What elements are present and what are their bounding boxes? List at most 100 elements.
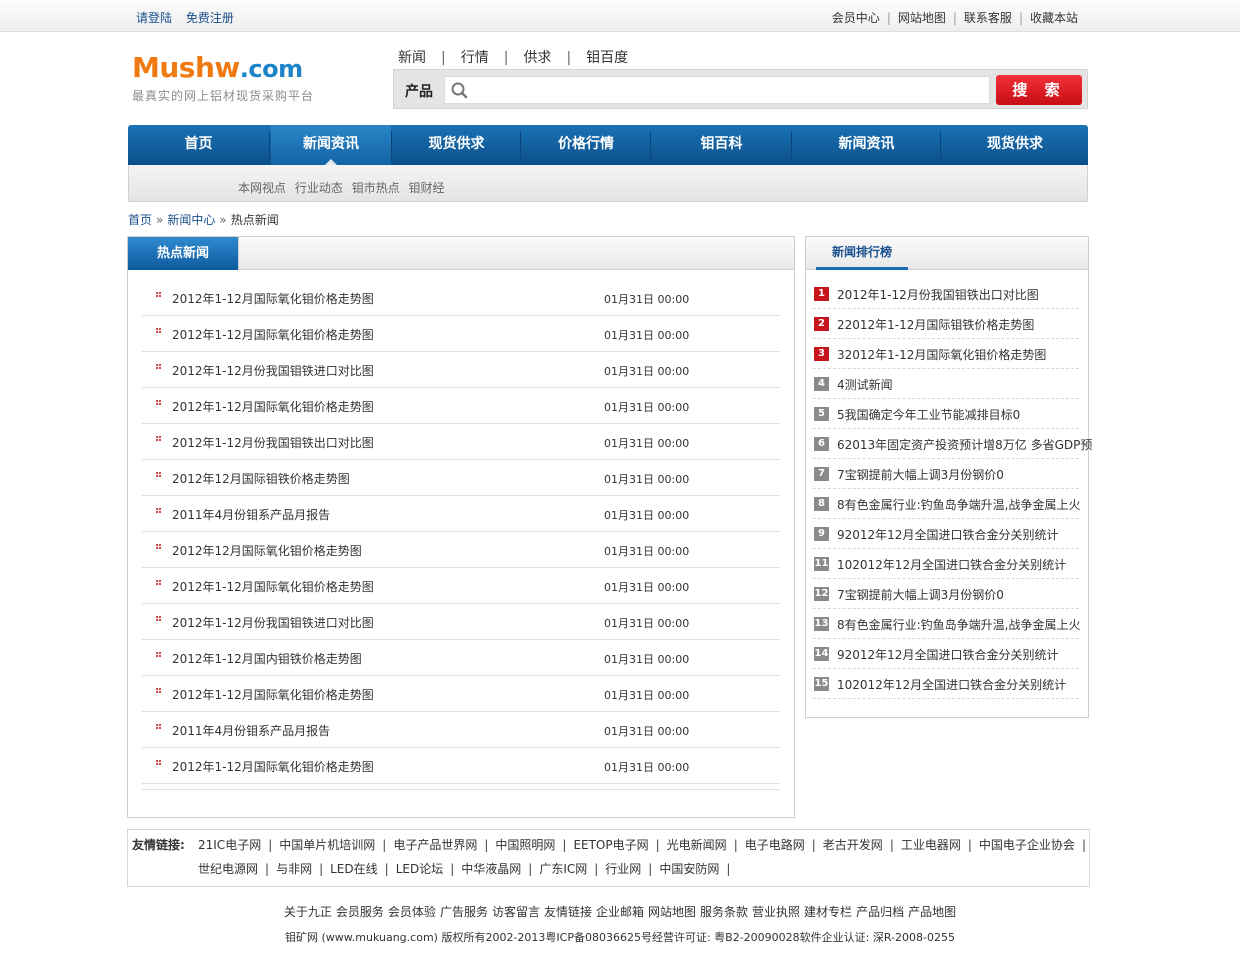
ranking-title[interactable]: 102012年12月全国进口铁合金分关别统计: [837, 556, 1066, 573]
news-title[interactable]: 2012年1-12月国际氧化钼价格走势图: [172, 326, 374, 343]
friend-link[interactable]: LED在线: [330, 862, 378, 876]
friend-link[interactable]: 老古开发网: [823, 838, 883, 852]
news-list-item[interactable]: 2012年1-12月国际氧化钼价格走势图 01月31日 00:00: [142, 748, 780, 784]
news-list-item[interactable]: 2012年1-12月国际氧化钼价格走势图 01月31日 00:00: [142, 676, 780, 712]
subnav-viewpoint[interactable]: 本网视点: [238, 181, 286, 195]
member-center-link[interactable]: 会员中心: [832, 11, 880, 25]
nav-home[interactable]: 首页: [128, 125, 269, 165]
hot-news-tab[interactable]: 热点新闻: [128, 237, 239, 270]
footer-link[interactable]: 企业邮箱: [596, 905, 644, 919]
ranking-title[interactable]: 5我国确定今年工业节能减排目标0: [837, 406, 1020, 423]
news-list-item[interactable]: 2012年1-12月国际氧化钼价格走势图 01月31日 00:00: [142, 388, 780, 424]
footer-link[interactable]: 产品地图: [908, 905, 956, 919]
friend-link[interactable]: 电子电路网: [745, 838, 805, 852]
login-link[interactable]: 请登陆: [136, 11, 172, 25]
ranking-title[interactable]: 2012年1-12月份我国钼铁出口对比图: [837, 286, 1039, 303]
friend-link[interactable]: 中国单片机培训网: [279, 838, 375, 852]
news-list-item[interactable]: 2012年1-12月份我国钼铁进口对比图 01月31日 00:00: [142, 604, 780, 640]
friend-link[interactable]: 21IC电子网: [198, 838, 261, 852]
footer-link[interactable]: 访客留言: [492, 905, 540, 919]
news-list-item[interactable]: 2012年12月国际钼铁价格走势图 01月31日 00:00: [142, 460, 780, 496]
news-title[interactable]: 2012年1-12月国际氧化钼价格走势图: [172, 398, 374, 415]
contact-support-link[interactable]: 联系客服: [964, 11, 1012, 25]
search-button[interactable]: 搜 索: [996, 75, 1082, 105]
news-list-item[interactable]: 2011年4月份钼系产品月报告 01月31日 00:00: [142, 712, 780, 748]
news-list-item[interactable]: 2012年1-12月国内钼铁价格走势图 01月31日 00:00: [142, 640, 780, 676]
ranking-list-item[interactable]: 4 4测试新闻: [813, 369, 1079, 399]
search-category-select[interactable]: 产品: [405, 81, 433, 101]
friend-link[interactable]: 光电新闻网: [667, 838, 727, 852]
ranking-title[interactable]: 92012年12月全国进口铁合金分关别统计: [837, 646, 1058, 663]
footer-link[interactable]: 营业执照: [752, 905, 800, 919]
ranking-list-item[interactable]: 12 7宝钢提前大幅上调3月份钢价0: [813, 579, 1079, 609]
sitemap-link[interactable]: 网站地图: [898, 11, 946, 25]
news-list-item[interactable]: 2012年1-12月国际氧化钼价格走势图 01月31日 00:00: [142, 568, 780, 604]
nav-spot-supply-2[interactable]: 现货供求: [942, 125, 1088, 165]
friend-link[interactable]: 电子产品世界网: [393, 838, 477, 852]
ranking-title[interactable]: 7宝钢提前大幅上调3月份钢价0: [837, 586, 1004, 603]
ranking-title[interactable]: 32012年1-12月国际氧化钼价格走势图: [837, 346, 1046, 363]
search-tab-supply[interactable]: 供求: [523, 50, 551, 66]
nav-spot-supply[interactable]: 现货供求: [393, 125, 520, 165]
ranking-title[interactable]: 22012年1-12月国际钼铁价格走势图: [837, 316, 1034, 333]
ranking-title[interactable]: 102012年12月全国进口铁合金分关别统计: [837, 676, 1066, 693]
subnav-hotspot[interactable]: 钼市热点: [352, 181, 400, 195]
news-ranking-tab[interactable]: 新闻排行榜: [816, 237, 908, 270]
search-input[interactable]: [474, 76, 990, 104]
ranking-list-item[interactable]: 3 32012年1-12月国际氧化钼价格走势图: [813, 339, 1079, 369]
ranking-list-item[interactable]: 6 62013年固定资产投资预计增8万亿 多省GDP预: [813, 429, 1092, 459]
ranking-list-item[interactable]: 15 102012年12月全国进口铁合金分关别统计: [813, 669, 1079, 699]
news-title[interactable]: 2012年1-12月国内钼铁价格走势图: [172, 650, 362, 667]
friend-link[interactable]: 与非网: [276, 862, 312, 876]
ranking-list-item[interactable]: 9 92012年12月全国进口铁合金分关别统计: [813, 519, 1079, 549]
search-tab-market[interactable]: 行情: [461, 50, 489, 66]
friend-link[interactable]: 世纪电源网: [198, 862, 258, 876]
ranking-list-item[interactable]: 7 7宝钢提前大幅上调3月份钢价0: [813, 459, 1079, 489]
friend-link[interactable]: LED论坛: [396, 862, 444, 876]
news-title[interactable]: 2012年1-12月份我国钼铁出口对比图: [172, 434, 374, 451]
ranking-list-item[interactable]: 8 8有色金属行业:钓鱼岛争端升温,战争金属上火: [813, 489, 1081, 519]
news-list-item[interactable]: 2012年1-12月份我国钼铁出口对比图 01月31日 00:00: [142, 424, 780, 460]
search-tab-news[interactable]: 新闻: [398, 50, 426, 66]
news-title[interactable]: 2012年1-12月国际氧化钼价格走势图: [172, 578, 374, 595]
footer-link[interactable]: 网站地图: [648, 905, 696, 919]
footer-link[interactable]: 会员体验: [388, 905, 436, 919]
nav-encyclopedia[interactable]: 钼百科: [652, 125, 791, 165]
news-title[interactable]: 2012年12月国际氧化钼价格走势图: [172, 542, 362, 559]
nav-news[interactable]: 新闻资讯: [271, 125, 391, 165]
friend-link[interactable]: 中国电子企业协会: [979, 838, 1075, 852]
breadcrumb-news-center[interactable]: 新闻中心: [167, 213, 215, 227]
footer-link[interactable]: 会员服务: [336, 905, 384, 919]
breadcrumb-home[interactable]: 首页: [128, 213, 152, 227]
footer-link[interactable]: 关于九正: [284, 905, 332, 919]
friend-link[interactable]: 行业网: [605, 862, 641, 876]
ranking-list-item[interactable]: 5 5我国确定今年工业节能减排目标0: [813, 399, 1079, 429]
news-title[interactable]: 2012年1-12月国际氧化钼价格走势图: [172, 290, 374, 307]
ranking-title[interactable]: 8有色金属行业:钓鱼岛争端升温,战争金属上火: [837, 496, 1081, 513]
subnav-finance[interactable]: 钼财经: [409, 181, 445, 195]
bookmark-link[interactable]: 收藏本站: [1030, 11, 1078, 25]
ranking-title[interactable]: 7宝钢提前大幅上调3月份钢价0: [837, 466, 1004, 483]
ranking-list-item[interactable]: 2 22012年1-12月国际钼铁价格走势图: [813, 309, 1079, 339]
search-tab-baidu[interactable]: 钼百度: [586, 50, 628, 66]
nav-news-2[interactable]: 新闻资讯: [793, 125, 940, 165]
news-title[interactable]: 2012年1-12月国际氧化钼价格走势图: [172, 686, 374, 703]
ranking-title[interactable]: 4测试新闻: [837, 376, 893, 393]
friend-link[interactable]: 中国安防网: [659, 862, 719, 876]
news-list-item[interactable]: 2012年12月国际氧化钼价格走势图 01月31日 00:00: [142, 532, 780, 568]
friend-link[interactable]: 中华液晶网: [461, 862, 521, 876]
news-title[interactable]: 2012年1-12月份我国钼铁进口对比图: [172, 614, 374, 631]
ranking-list-item[interactable]: 11 102012年12月全国进口铁合金分关别统计: [813, 549, 1079, 579]
footer-link[interactable]: 建材专栏: [804, 905, 852, 919]
friend-link[interactable]: 中国照明网: [495, 838, 555, 852]
news-title[interactable]: 2012年1-12月份我国钼铁进口对比图: [172, 362, 374, 379]
news-title[interactable]: 2012年12月国际钼铁价格走势图: [172, 470, 350, 487]
news-title[interactable]: 2011年4月份钼系产品月报告: [172, 722, 330, 739]
footer-link[interactable]: 广告服务: [440, 905, 488, 919]
friend-link[interactable]: EETOP电子网: [573, 838, 648, 852]
ranking-title[interactable]: 62013年固定资产投资预计增8万亿 多省GDP预: [837, 436, 1092, 453]
ranking-title[interactable]: 92012年12月全国进口铁合金分关别统计: [837, 526, 1058, 543]
ranking-list-item[interactable]: 13 8有色金属行业:钓鱼岛争端升温,战争金属上火: [813, 609, 1081, 639]
news-list-item[interactable]: 2011年4月份钼系产品月报告 01月31日 00:00: [142, 496, 780, 532]
nav-prices[interactable]: 价格行情: [522, 125, 650, 165]
